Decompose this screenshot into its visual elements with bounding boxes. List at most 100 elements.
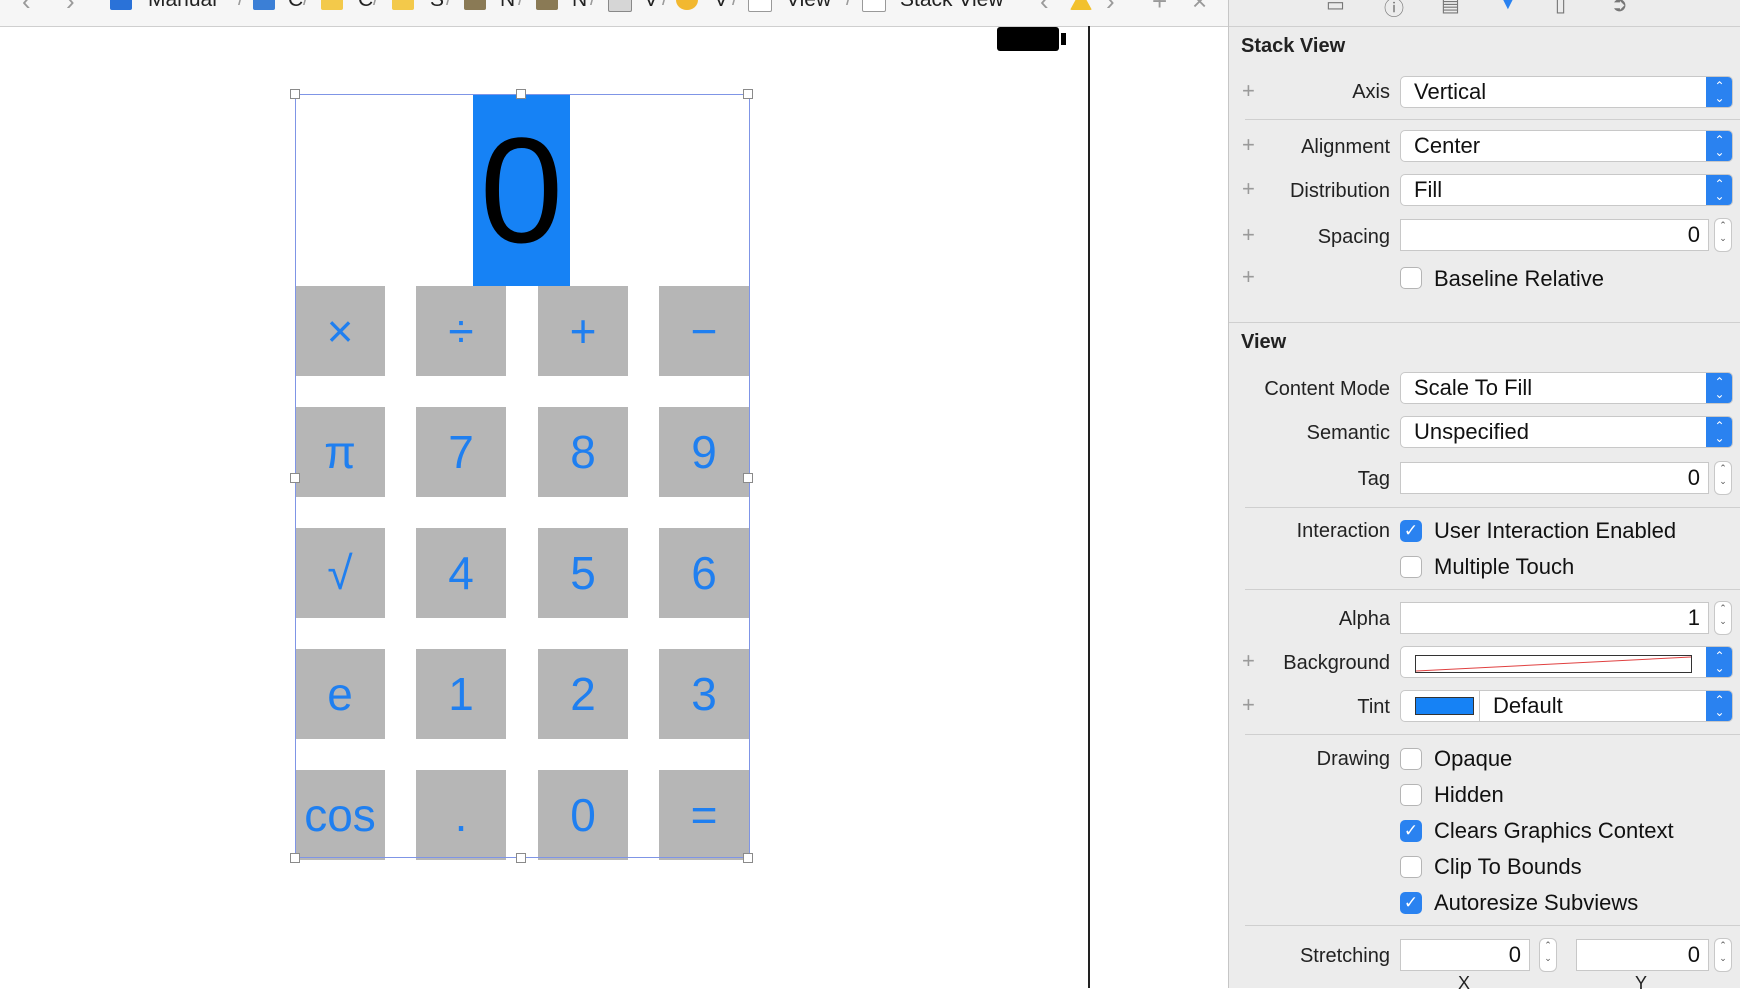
popup-chevron-icon: ⌃ ⌄: [1706, 131, 1732, 161]
jumpbar-item-v2[interactable]: V: [714, 0, 728, 13]
key-6[interactable]: 6: [659, 528, 749, 618]
key-equals[interactable]: =: [659, 770, 749, 860]
key-multiply[interactable]: ×: [295, 286, 385, 376]
close-editor-icon[interactable]: ×: [1192, 0, 1207, 17]
jumpbar-item-v1[interactable]: V: [644, 0, 658, 13]
jumpbar-item-n2[interactable]: N: [572, 0, 587, 13]
multiple-touch-label: Multiple Touch: [1434, 554, 1575, 579]
drawing-label: Drawing: [1316, 748, 1390, 770]
resize-handle-top-right[interactable]: [743, 89, 753, 99]
jumpbar-item-manual[interactable]: Manual: [148, 0, 217, 13]
stretching-x-field[interactable]: 0: [1400, 939, 1530, 971]
spacing-stepper[interactable]: ⌃ ⌄: [1714, 218, 1732, 252]
key-e[interactable]: e: [295, 649, 385, 739]
clip-to-bounds-checkbox[interactable]: [1400, 856, 1422, 878]
battery-icon: [997, 27, 1059, 51]
warning-icon[interactable]: [1070, 0, 1092, 10]
jumpbar-item-s[interactable]: S: [430, 0, 444, 13]
resize-handle-top[interactable]: [516, 89, 526, 99]
add-editor-icon[interactable]: +: [1152, 0, 1167, 17]
attributes-inspector-icon[interactable]: ▼: [1498, 0, 1518, 15]
jumpbar-item-view[interactable]: View: [786, 0, 831, 13]
key-plus[interactable]: +: [538, 286, 628, 376]
hidden-label: Hidden: [1434, 782, 1504, 807]
clip-to-bounds-label: Clip To Bounds: [1434, 854, 1582, 879]
resize-handle-bottom-left[interactable]: [290, 853, 300, 863]
key-5[interactable]: 5: [538, 528, 628, 618]
issue-next-icon[interactable]: ›: [1106, 0, 1115, 17]
size-inspector-icon[interactable]: ▯: [1555, 0, 1566, 17]
key-cos[interactable]: cos: [295, 770, 385, 860]
stack-view-section-title: Stack View: [1241, 35, 1346, 57]
alpha-stepper[interactable]: ⌃ ⌄: [1714, 601, 1732, 635]
key-1[interactable]: 1: [416, 649, 506, 739]
jumpbar-item-c1[interactable]: C: [288, 0, 303, 13]
alignment-popup[interactable]: Center ⌃ ⌄: [1400, 130, 1733, 162]
quick-help-icon[interactable]: ⓘ: [1384, 0, 1404, 21]
opaque-checkbox[interactable]: [1400, 748, 1422, 770]
user-interaction-checkbox[interactable]: ✓: [1400, 520, 1422, 542]
interaction-label: Interaction: [1296, 520, 1390, 542]
file-inspector-icon[interactable]: ▭: [1326, 0, 1345, 17]
key-2[interactable]: 2: [538, 649, 628, 739]
popup-chevron-icon: ⌃ ⌄: [1706, 647, 1732, 677]
semantic-popup[interactable]: Unspecified ⌃ ⌄: [1400, 416, 1733, 448]
key-8[interactable]: 8: [538, 407, 628, 497]
identity-inspector-icon[interactable]: ▤: [1441, 0, 1460, 17]
stretching-y-field[interactable]: 0: [1576, 939, 1709, 971]
resize-handle-right[interactable]: [743, 473, 753, 483]
issue-prev-icon[interactable]: ‹: [1040, 0, 1049, 17]
distribution-popup[interactable]: Fill ⌃ ⌄: [1400, 174, 1733, 206]
view-icon: [748, 0, 772, 12]
key-0[interactable]: 0: [538, 770, 628, 860]
background-color-swatch[interactable]: [1415, 655, 1692, 673]
jumpbar-item-c2[interactable]: C: [358, 0, 373, 13]
tint-label: Tint: [1357, 696, 1390, 718]
jumpbar-item-n1[interactable]: N: [500, 0, 515, 13]
baseline-relative-label: Baseline Relative: [1434, 266, 1604, 291]
alpha-field[interactable]: 1: [1400, 602, 1709, 634]
jumpbar-item-stack-view[interactable]: Stack View: [900, 0, 1004, 13]
key-pi[interactable]: π: [295, 407, 385, 497]
resize-handle-left[interactable]: [290, 473, 300, 483]
key-divide[interactable]: ÷: [416, 286, 506, 376]
axis-popup[interactable]: Vertical ⌃ ⌄: [1400, 76, 1733, 108]
calculator-display[interactable]: 0: [473, 94, 570, 286]
add-variation-icon[interactable]: +: [1242, 266, 1255, 288]
key-4[interactable]: 4: [416, 528, 506, 618]
folder-icon: [321, 0, 343, 10]
key-minus[interactable]: −: [659, 286, 749, 376]
resize-handle-bottom-right[interactable]: [743, 853, 753, 863]
key-sqrt[interactable]: √: [295, 528, 385, 618]
key-3[interactable]: 3: [659, 649, 749, 739]
key-7[interactable]: 7: [416, 407, 506, 497]
stretching-y-stepper[interactable]: ⌃ ⌄: [1714, 938, 1732, 972]
user-interaction-label: User Interaction Enabled: [1434, 518, 1677, 543]
stretching-x-stepper[interactable]: ⌃ ⌄: [1539, 938, 1557, 972]
view-controller-icon: [608, 0, 632, 12]
clears-graphics-context-checkbox[interactable]: ✓: [1400, 820, 1422, 842]
back-arrow-icon[interactable]: ‹: [22, 0, 31, 17]
semantic-label: Semantic: [1306, 422, 1390, 444]
hidden-checkbox[interactable]: [1400, 784, 1422, 806]
scene-edge: [1088, 26, 1090, 988]
tag-stepper[interactable]: ⌃ ⌄: [1714, 461, 1732, 495]
key-decimal[interactable]: .: [416, 770, 506, 860]
spacing-field[interactable]: 0: [1400, 219, 1709, 251]
content-mode-popup[interactable]: Scale To Fill ⌃ ⌄: [1400, 372, 1733, 404]
key-9[interactable]: 9: [659, 407, 749, 497]
multiple-touch-checkbox[interactable]: [1400, 556, 1422, 578]
axis-label: Axis: [1352, 81, 1390, 103]
folder-blue-icon: [253, 0, 275, 10]
resize-handle-bottom[interactable]: [516, 853, 526, 863]
baseline-relative-checkbox[interactable]: [1400, 267, 1422, 289]
resize-handle-top-left[interactable]: [290, 89, 300, 99]
tint-color-swatch[interactable]: [1415, 697, 1474, 715]
storyboard-icon: [536, 0, 558, 10]
forward-arrow-icon[interactable]: ›: [66, 0, 75, 17]
opaque-label: Opaque: [1434, 746, 1513, 771]
autoresize-subviews-checkbox[interactable]: ✓: [1400, 892, 1422, 914]
popup-chevron-icon: ⌃ ⌄: [1706, 77, 1732, 107]
tag-field[interactable]: 0: [1400, 462, 1709, 494]
connections-inspector-icon[interactable]: ➲: [1611, 0, 1628, 17]
